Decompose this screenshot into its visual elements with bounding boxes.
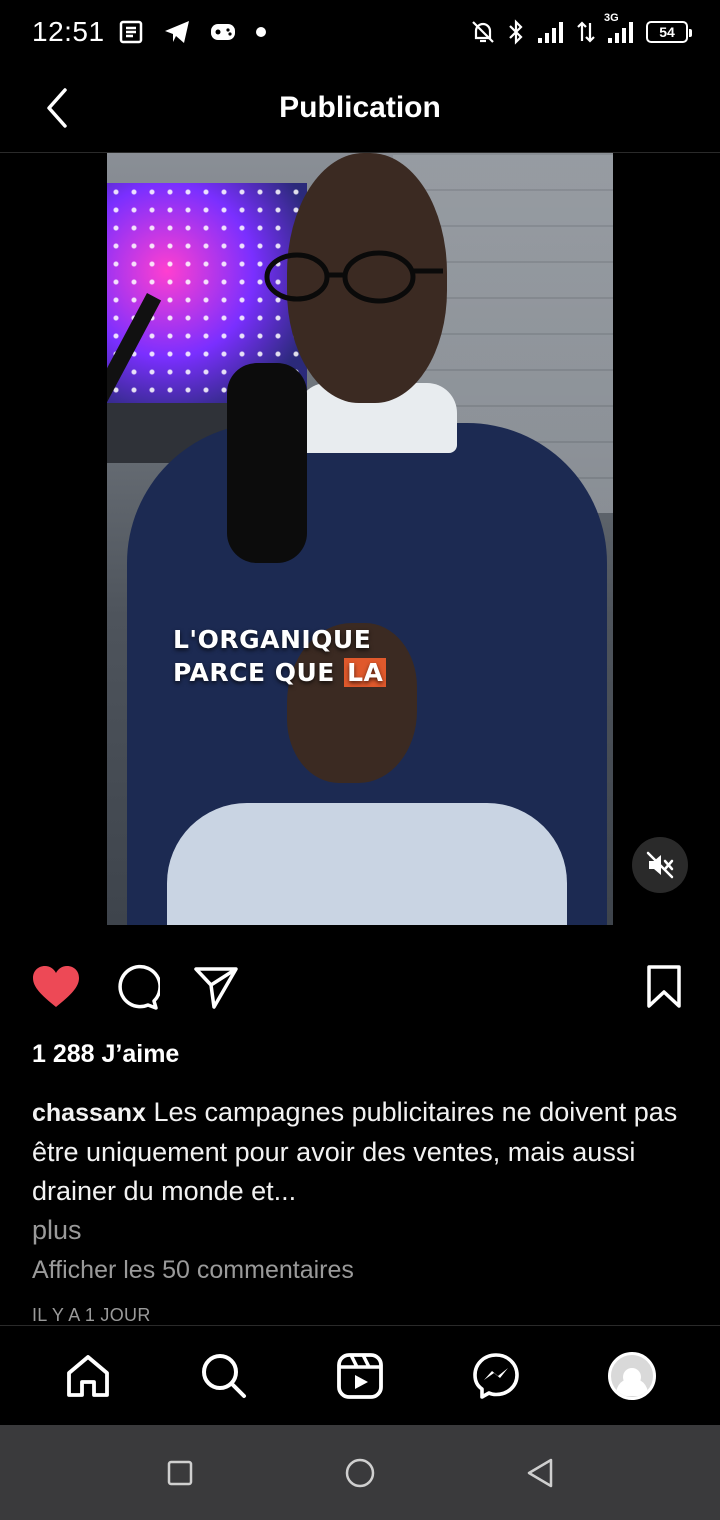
post-actions [0,955,720,1017]
status-time: 12:51 [32,16,105,47]
overlay-line-2: PARCE QUE LA [173,656,613,689]
nav-profile[interactable] [604,1348,660,1404]
person-legs [167,803,567,925]
telegram-icon [163,19,191,45]
bell-off-icon [470,19,496,45]
status-system-icons: 3G 54 [470,12,692,45]
game-controller-icon [209,19,237,45]
messenger-icon [473,1353,519,1399]
post-caption: chassanx Les campagnes publicitaires ne … [32,1093,692,1250]
dot-icon [255,26,267,38]
battery-icon: 54 [646,21,692,43]
comment-button[interactable] [110,961,162,1013]
recents-button[interactable] [160,1453,200,1493]
reels-icon [337,1353,383,1399]
signal-3g-icon: 3G [604,12,636,44]
status-bar: 12:51 3G 54 [0,0,720,64]
avatar [608,1352,656,1400]
nav-search[interactable] [196,1348,252,1404]
header: Publication [0,64,720,153]
news-icon [119,19,145,45]
share-button[interactable] [190,961,242,1013]
like-button[interactable] [30,961,82,1013]
system-nav-bar [0,1425,720,1520]
home-system-button[interactable] [340,1453,380,1493]
likes-count[interactable]: 1 288 J’aime [32,1040,179,1069]
nav-messenger[interactable] [468,1348,524,1404]
status-notification-icons [119,19,267,45]
post-media[interactable]: L'ORGANIQUE PARCE QUE LA [0,153,720,925]
overlay-highlight: LA [344,658,387,687]
page-title: Publication [279,91,441,124]
data-arrows-icon [576,19,596,45]
microphone [227,363,307,563]
save-button[interactable] [638,961,690,1013]
nav-reels[interactable] [332,1348,388,1404]
home-circle-icon [345,1458,375,1488]
avatar-head [623,1368,641,1386]
battery-level: 54 [659,24,675,40]
mute-button[interactable] [632,837,688,893]
network-type-label: 3G [604,12,619,24]
recents-square-icon [167,1460,193,1486]
comment-icon [118,964,160,1010]
back-system-button[interactable] [520,1453,560,1493]
more-link[interactable]: plus [32,1211,692,1250]
overlay-line-1: L'ORGANIQUE [173,625,372,654]
chevron-left-icon [47,88,67,128]
caption-username[interactable]: chassanx [32,1099,146,1127]
post-timestamp: IL Y A 1 JOUR [32,1305,151,1325]
signal-icon [536,20,566,44]
search-icon [202,1354,246,1398]
bottom-nav [0,1325,720,1425]
nav-home[interactable] [60,1348,116,1404]
volume-off-icon [646,851,674,879]
back-triangle-icon [527,1458,553,1488]
heart-filled-icon [33,966,79,1007]
bluetooth-icon [506,19,526,45]
glasses-shape [264,250,443,304]
overlay-line-2-text: PARCE QUE [173,658,345,687]
home-icon [67,1355,109,1397]
bookmark-icon [647,965,681,1008]
view-comments-link[interactable]: Afficher les 50 commentaires [32,1256,354,1285]
send-icon [194,967,238,1009]
video-caption-overlay: L'ORGANIQUE PARCE QUE LA [107,623,613,689]
back-button[interactable] [36,86,80,130]
video-player[interactable]: L'ORGANIQUE PARCE QUE LA [107,153,613,925]
